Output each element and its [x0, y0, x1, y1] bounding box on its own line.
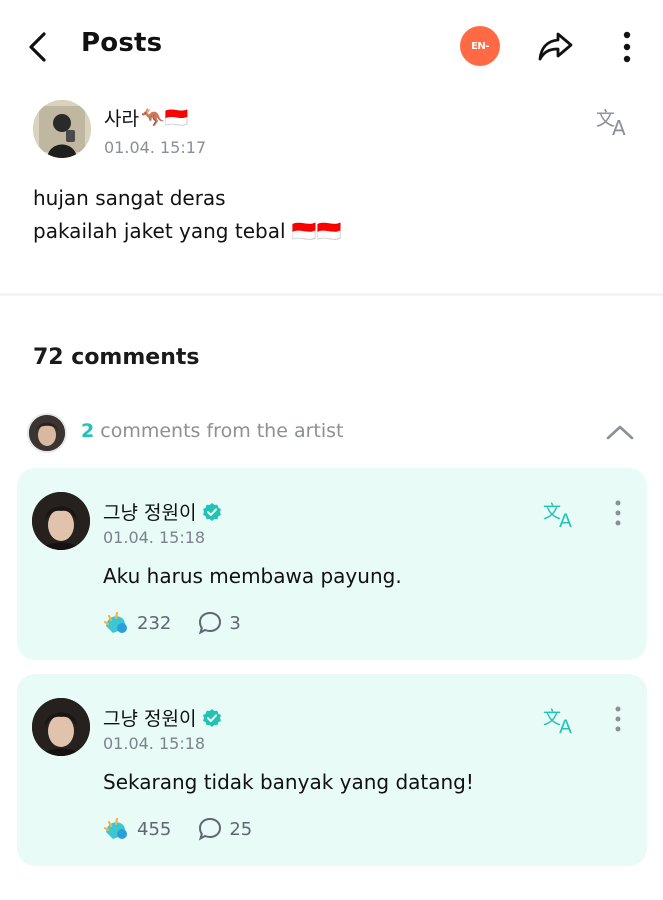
artist-comment-card: 그냥 정원이 01.04. 15:18 文 A Aku harus membaw… [17, 468, 647, 660]
share-arrow-icon [538, 32, 573, 61]
more-vertical-icon [615, 500, 621, 526]
artist-comment-card: 그냥 정원이 01.04. 15:18 文 A Sekarang tidak b… [17, 674, 647, 866]
reply-button[interactable]: 3 [197, 610, 241, 636]
translate-icon: 文 A [596, 108, 626, 140]
back-button[interactable] [24, 30, 54, 64]
comment-translate-button[interactable]: 文 A [543, 704, 579, 738]
commenter-name-text: 그냥 정원이 [103, 502, 197, 524]
svg-text:A: A [559, 716, 572, 736]
post: 사라 🦘🇮🇩 01.04. 15:17 文 A hujan sangat der… [0, 92, 663, 292]
share-button[interactable] [536, 28, 576, 64]
comment-more-button[interactable] [608, 704, 628, 734]
comment-bubble-icon [199, 611, 222, 635]
post-author-avatar[interactable] [33, 100, 91, 158]
commenter-avatar[interactable] [32, 698, 90, 756]
translate-icon: 文 A [543, 502, 572, 532]
reply-button[interactable]: 25 [197, 816, 252, 842]
translate-icon: 文 A [543, 708, 572, 738]
comment-actions: 455 25 [103, 814, 252, 844]
like-count: 455 [137, 818, 172, 840]
like-button[interactable]: 455 [103, 816, 171, 842]
artist-comments-count: 2 [81, 420, 95, 442]
post-author-text: 사라 [104, 108, 139, 130]
avatar-photo [33, 100, 91, 158]
post-body-line: pakailah jaket yang tebal 🇮🇩🇮🇩 [33, 219, 342, 243]
like-button[interactable]: 232 [103, 610, 171, 636]
comment-more-button[interactable] [608, 498, 628, 528]
comment-text: Sekarang tidak banyak yang datang! [103, 770, 474, 794]
weverse-like-icon [103, 611, 127, 633]
page-title: Posts [81, 28, 163, 58]
more-vertical-icon [623, 31, 631, 63]
chevron-left-icon [29, 32, 46, 62]
comment-actions: 232 3 [103, 608, 241, 638]
weverse-like-icon [103, 817, 127, 839]
comment-translate-button[interactable]: 文 A [543, 498, 579, 532]
collapse-button[interactable] [604, 420, 636, 444]
post-body: hujan sangat deras pakailah jaket yang t… [33, 182, 342, 248]
commenter-name: 그냥 정원이 [103, 704, 222, 731]
commenter-avatar[interactable] [32, 492, 90, 550]
verified-badge-icon [203, 502, 222, 521]
post-translate-button[interactable]: 文 A [595, 104, 633, 140]
more-vertical-icon [615, 706, 621, 732]
comment-timestamp: 01.04. 15:18 [103, 528, 206, 547]
artist-comments-text: comments from the artist [94, 420, 344, 442]
comments-count: 72 comments [33, 345, 200, 370]
reply-count: 3 [229, 612, 241, 634]
post-timestamp: 01.04. 15:17 [104, 138, 207, 157]
section-divider [0, 293, 663, 296]
commenter-name-text: 그냥 정원이 [103, 708, 197, 730]
artist-comments-toggle[interactable]: 2 comments from the artist [0, 408, 663, 456]
comment-bubble-icon [199, 817, 222, 841]
verified-badge-icon [203, 708, 222, 727]
more-options-button[interactable] [614, 28, 640, 66]
svg-text:A: A [612, 116, 626, 138]
reply-count: 25 [229, 818, 253, 840]
comment-timestamp: 01.04. 15:18 [103, 734, 206, 753]
artist-comments-label: 2 comments from the artist [81, 420, 344, 442]
comment-text: Aku harus membawa payung. [103, 564, 402, 588]
community-badge-button[interactable]: EN- [460, 26, 500, 66]
post-body-line: hujan sangat deras [33, 186, 226, 210]
chevron-up-icon [606, 425, 634, 440]
like-count: 232 [137, 612, 172, 634]
post-author-name: 사라 🦘🇮🇩 [104, 104, 188, 131]
artist-avatar [27, 413, 67, 453]
app-header: Posts EN- [0, 0, 663, 92]
post-author-emojis: 🦘🇮🇩 [140, 107, 189, 129]
commenter-name: 그냥 정원이 [103, 498, 222, 525]
svg-text:A: A [559, 510, 572, 530]
community-badge-label: EN- [471, 40, 489, 52]
